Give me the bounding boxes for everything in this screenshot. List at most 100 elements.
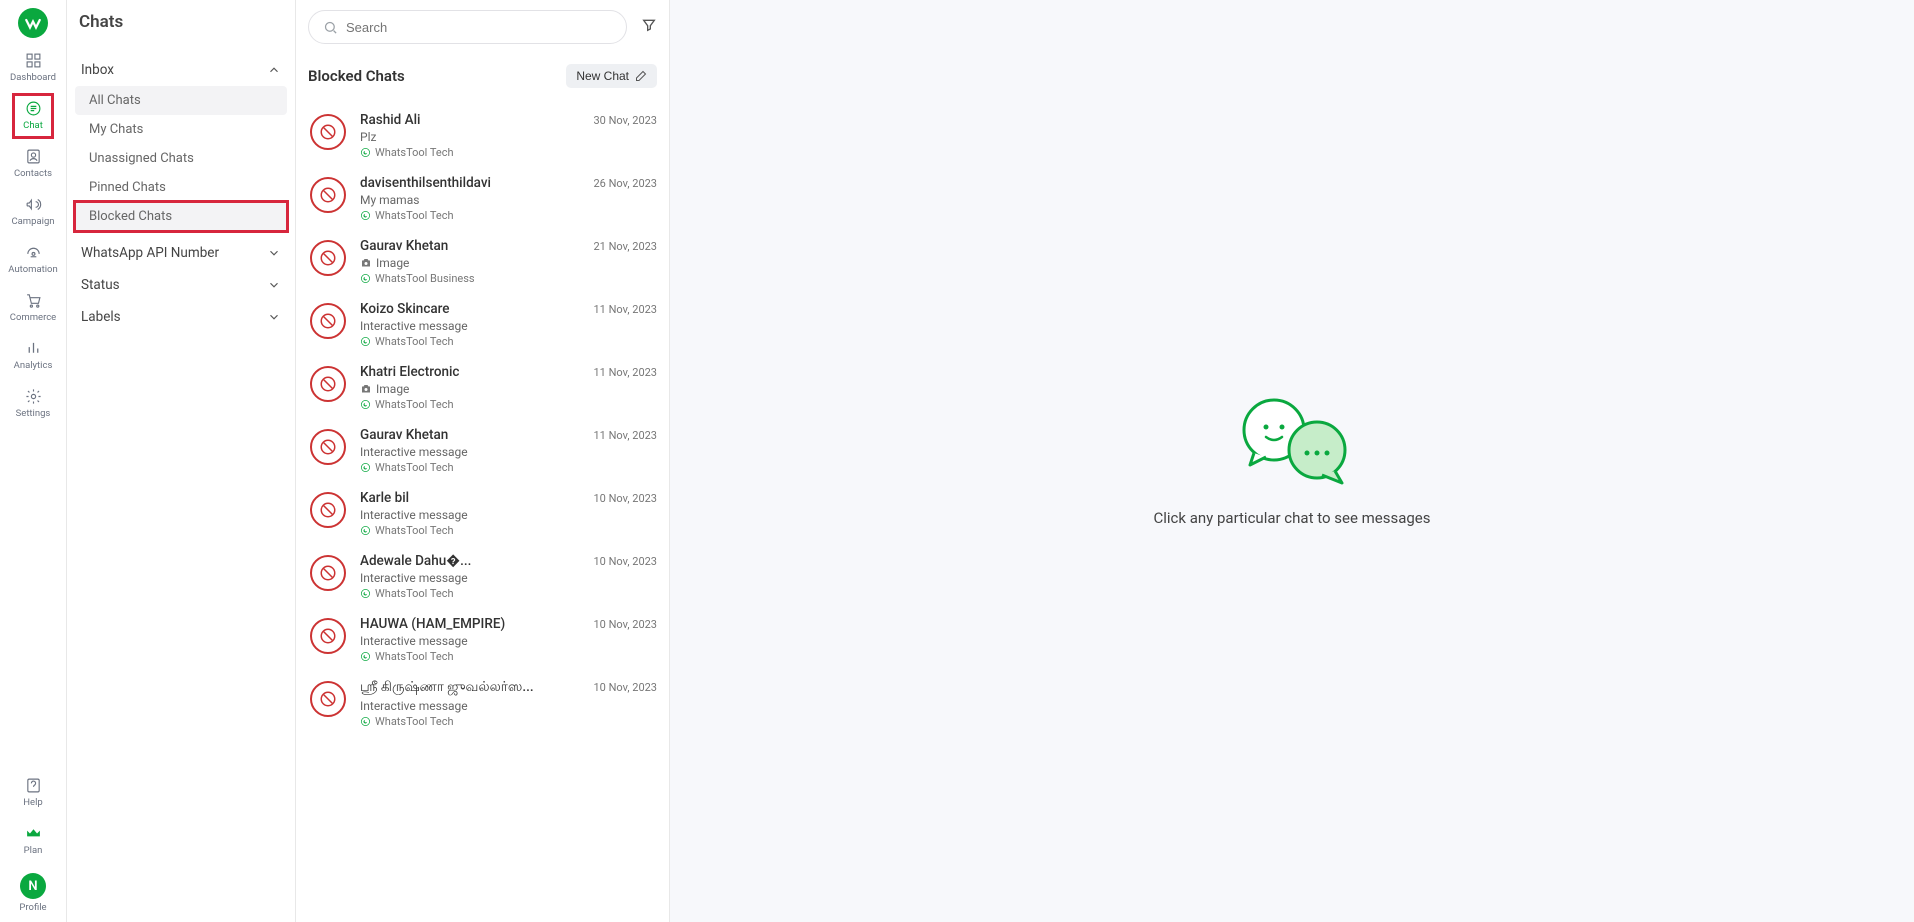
chevron-down-icon [267, 278, 281, 292]
chat-name: Khatri Electronic [360, 364, 459, 380]
camera-icon [360, 383, 372, 395]
chat-date: 21 Nov, 2023 [593, 240, 657, 253]
nav-automation-label: Automation [8, 264, 57, 275]
nav-dashboard[interactable]: Dashboard [0, 44, 66, 92]
sidebar-item-all-chats[interactable]: All Chats [75, 86, 287, 115]
chat-msg-text: Image [376, 256, 409, 270]
nav-commerce[interactable]: Commerce [0, 284, 66, 332]
nav-contacts[interactable]: Contacts [0, 140, 66, 188]
whatsapp-icon [360, 462, 371, 473]
sidebar-section-labels[interactable]: Labels [75, 301, 287, 333]
blocked-icon [310, 177, 346, 213]
chat-source: WhatsTool Business [360, 272, 657, 285]
chat-list-panel: Blocked Chats New Chat Rashid Ali 30 Nov… [296, 0, 670, 922]
sidebar-item-my-chats[interactable]: My Chats [75, 115, 287, 144]
chat-source: WhatsTool Tech [360, 715, 657, 728]
list-title: Blocked Chats [308, 67, 405, 85]
chat-msg-text: Interactive message [360, 445, 468, 459]
chat-row[interactable]: Koizo Skincare 11 Nov, 2023 Interactive … [296, 291, 669, 354]
blocked-icon [310, 366, 346, 402]
chat-preview: Interactive message [360, 319, 657, 333]
chat-preview: Plz [360, 130, 657, 144]
nav-analytics[interactable]: Analytics [0, 332, 66, 380]
nav-settings-label: Settings [16, 408, 51, 419]
chat-msg-text: My mamas [360, 193, 419, 207]
nav-contacts-label: Contacts [14, 168, 52, 179]
whatsapp-icon [360, 273, 371, 284]
search-input[interactable] [346, 20, 612, 35]
sidebar-section-label: Inbox [81, 62, 114, 78]
whatsapp-icon [360, 147, 371, 158]
chat-row[interactable]: Gaurav Khetan 11 Nov, 2023 Interactive m… [296, 417, 669, 480]
chat-row[interactable]: Karle bil 10 Nov, 2023 Interactive messa… [296, 480, 669, 543]
chat-msg-text: Interactive message [360, 634, 468, 648]
nav-commerce-label: Commerce [10, 312, 56, 323]
chat-source: WhatsTool Tech [360, 398, 657, 411]
nav-settings[interactable]: Settings [0, 380, 66, 428]
nav-analytics-label: Analytics [14, 360, 53, 371]
blocked-icon [310, 492, 346, 528]
chat-source-text: WhatsTool Tech [375, 524, 454, 537]
edit-icon [635, 70, 647, 82]
chevron-up-icon [267, 63, 281, 77]
chat-source: WhatsTool Tech [360, 587, 657, 600]
chat-msg-text: Interactive message [360, 571, 468, 585]
chat-illustration-icon [1232, 395, 1352, 485]
chat-row[interactable]: Gaurav Khetan 21 Nov, 2023 Image WhatsTo… [296, 228, 669, 291]
main-pane: Click any particular chat to see message… [670, 0, 1914, 922]
chat-date: 10 Nov, 2023 [593, 681, 657, 694]
chat-row[interactable]: HAUWA (HAM_EMPIRE) 10 Nov, 2023 Interact… [296, 606, 669, 669]
whatsapp-icon [360, 716, 371, 727]
sidebar-section-inbox[interactable]: Inbox [75, 54, 287, 86]
chat-row[interactable]: Rashid Ali 30 Nov, 2023 Plz WhatsTool Te… [296, 102, 669, 165]
search-icon [323, 20, 338, 35]
chat-preview: Interactive message [360, 699, 657, 713]
chat-row[interactable]: ஸ்ரீ கிருஷ்ணா ஜுவல்லர்ஸ... 10 Nov, 2023 … [296, 669, 669, 734]
new-chat-button[interactable]: New Chat [566, 64, 657, 88]
chat-msg-text: Plz [360, 130, 376, 144]
whatsapp-icon [360, 525, 371, 536]
whatsapp-icon [360, 399, 371, 410]
filter-button[interactable] [641, 17, 657, 37]
chat-date: 11 Nov, 2023 [593, 303, 657, 316]
search-box[interactable] [308, 10, 627, 44]
chat-name: HAUWA (HAM_EMPIRE) [360, 616, 505, 632]
chat-msg-text: Interactive message [360, 319, 468, 333]
empty-state-text: Click any particular chat to see message… [1154, 509, 1431, 527]
chat-row[interactable]: davisenthilsenthildavi 26 Nov, 2023 My m… [296, 165, 669, 228]
chat-date: 26 Nov, 2023 [593, 177, 657, 190]
chevron-down-icon [267, 310, 281, 324]
nav-profile[interactable]: N Profile [0, 865, 66, 922]
nav-help[interactable]: Help [0, 769, 66, 817]
chat-list[interactable]: Rashid Ali 30 Nov, 2023 Plz WhatsTool Te… [296, 102, 669, 922]
chat-date: 11 Nov, 2023 [593, 429, 657, 442]
blocked-icon [310, 681, 346, 717]
sidebar-item-pinned[interactable]: Pinned Chats [75, 173, 287, 202]
chat-name: Karle bil [360, 490, 409, 506]
blocked-icon [310, 240, 346, 276]
chat-source-text: WhatsTool Tech [375, 650, 454, 663]
nav-chat[interactable]: Chat [0, 92, 66, 140]
chat-row[interactable]: Adewale Dahu�... 10 Nov, 2023 Interactiv… [296, 543, 669, 606]
sidebar-section-status[interactable]: Status [75, 269, 287, 301]
chat-date: 10 Nov, 2023 [593, 555, 657, 568]
sidebar: Chats Inbox All Chats My Chats Unassigne… [67, 0, 296, 922]
sidebar-item-unassigned[interactable]: Unassigned Chats [75, 144, 287, 173]
blocked-icon [310, 618, 346, 654]
chat-preview: Interactive message [360, 571, 657, 585]
sidebar-section-api[interactable]: WhatsApp API Number [75, 237, 287, 269]
sidebar-item-blocked[interactable]: Blocked Chats [75, 202, 287, 231]
chat-preview: Image [360, 256, 657, 270]
filter-icon [641, 17, 657, 33]
blocked-icon [310, 555, 346, 591]
nav-automation[interactable]: Automation [0, 236, 66, 284]
nav-plan[interactable]: Plan [0, 817, 66, 865]
chat-source-text: WhatsTool Tech [375, 209, 454, 222]
nav-campaign[interactable]: Campaign [0, 188, 66, 236]
chat-name: Koizo Skincare [360, 301, 450, 317]
chat-date: 10 Nov, 2023 [593, 492, 657, 505]
chat-msg-text: Interactive message [360, 699, 468, 713]
chat-preview: Image [360, 382, 657, 396]
whatsapp-icon [360, 651, 371, 662]
chat-row[interactable]: Khatri Electronic 11 Nov, 2023 Image Wha… [296, 354, 669, 417]
